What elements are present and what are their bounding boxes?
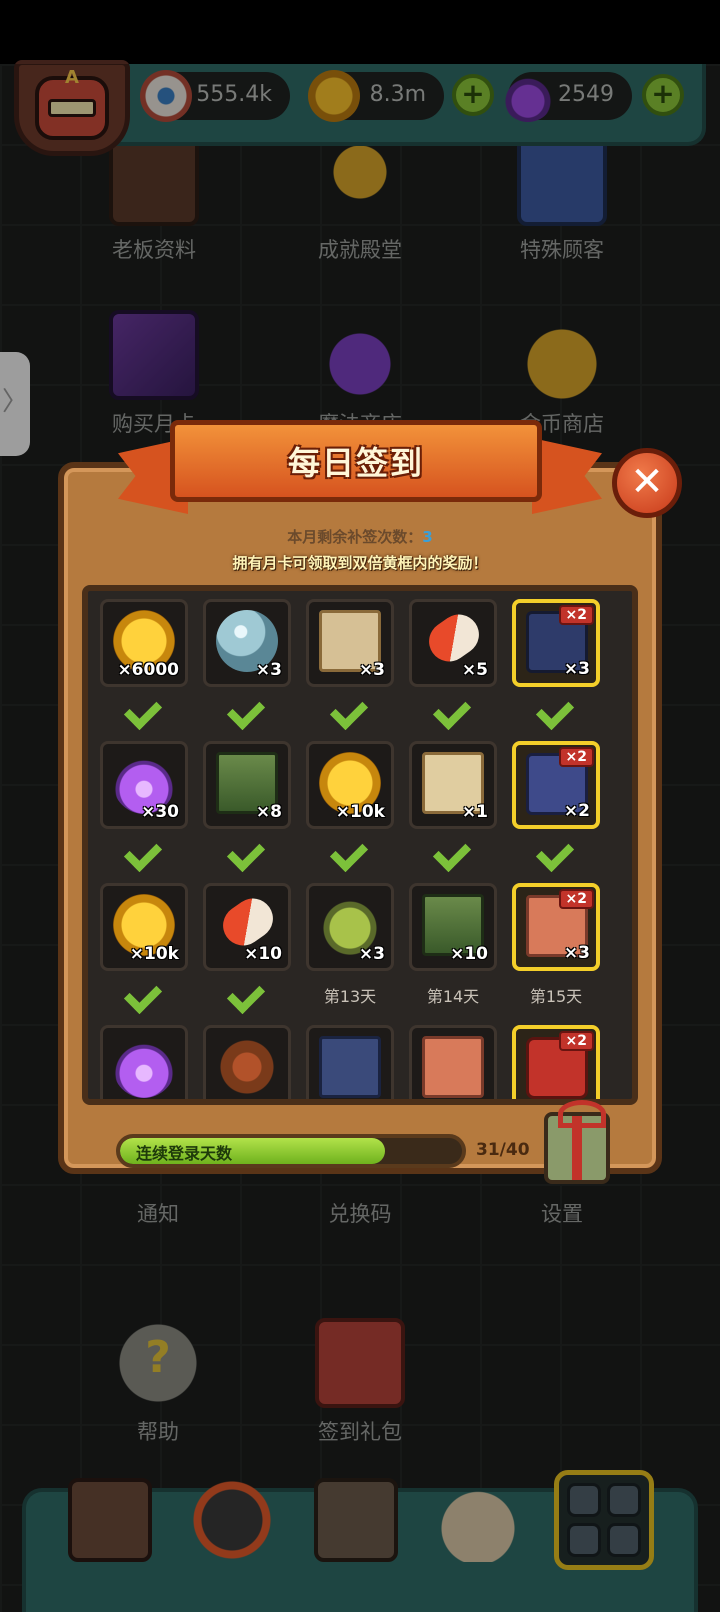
reward-quantity: ×5 (461, 660, 488, 680)
reward-cell[interactable]: ×2 ×3 (512, 599, 600, 687)
reward-cell[interactable]: ×2 (512, 1025, 600, 1099)
reward-cell[interactable]: ×10k (100, 883, 188, 971)
reward-quantity: ×2 (563, 801, 590, 821)
claimed-check-icon (126, 835, 166, 865)
claimed-check-icon (435, 835, 475, 865)
day-label: 第14天 (426, 987, 480, 1006)
reward-cell[interactable]: ×10 (409, 883, 497, 971)
title-ribbon: 每日签到 (170, 420, 542, 502)
dialog-title: 每日签到 (287, 444, 424, 482)
close-button[interactable]: ✕ (612, 448, 682, 518)
double-reward-badge: ×2 (558, 1031, 594, 1051)
progress-count: 31/40 (476, 1140, 530, 1160)
reward-quantity: ×10k (335, 802, 385, 822)
book2-icon (319, 1036, 381, 1098)
claimed-check-icon (126, 977, 166, 1007)
reward-quantity: ×6000 (117, 660, 179, 680)
status-bar (0, 0, 720, 64)
monthly-card-notice: 拥有月卡可领取到双倍黄框内的奖励！ (232, 554, 488, 572)
claimed-check-icon (229, 835, 269, 865)
double-reward-badge: ×2 (558, 889, 594, 909)
reward-cell[interactable] (409, 1025, 497, 1099)
reward-quantity: ×3 (358, 660, 385, 680)
reward-quantity: ×3 (255, 660, 282, 680)
leaf-icon (216, 1036, 278, 1098)
reward-cell[interactable]: ×6000 (100, 599, 188, 687)
reward-cell[interactable]: ×1 (409, 741, 497, 829)
claimed-check-icon (332, 835, 372, 865)
reward-quantity: ×3 (563, 659, 590, 679)
reward-cell[interactable]: ×8 (203, 741, 291, 829)
day-label: 第13天 (323, 987, 377, 1006)
reward-cell[interactable]: ×5 (409, 599, 497, 687)
claimed-check-icon (538, 835, 578, 865)
reward-cell[interactable] (203, 1025, 291, 1099)
double-reward-badge: ×2 (558, 747, 594, 767)
claimed-check-icon (229, 693, 269, 723)
reward-cell[interactable]: ×3 (306, 599, 394, 687)
remaining-count: 3 (422, 528, 433, 546)
day-label: 第15天 (529, 987, 583, 1006)
reward-quantity: ×8 (255, 802, 282, 822)
claimed-check-icon (332, 693, 372, 723)
double-reward-badge: ×2 (558, 605, 594, 625)
reward-cell[interactable] (306, 1025, 394, 1099)
reward-quantity: ×30 (141, 802, 179, 822)
reward-cell[interactable]: ×10 (203, 883, 291, 971)
reward-cell[interactable]: ×2 ×2 (512, 741, 600, 829)
reward-quantity: ×10 (244, 944, 282, 964)
reward-quantity: ×3 (358, 944, 385, 964)
reward-grid[interactable]: ×6000 ×3 ×3 ×5 ×2 ×3 ×30 ×8 ×10k ×1 ×2 ×2 ×10k ×10 ×3 第… (82, 585, 638, 1105)
potion-icon (113, 1036, 175, 1098)
carpet-icon (422, 1036, 484, 1098)
reward-quantity: ×10k (129, 944, 179, 964)
remaining-makeup-text: 本月剩余补签次数：3 (0, 526, 720, 547)
reward-gift-box-icon[interactable] (544, 1100, 610, 1184)
reward-quantity: ×10 (450, 944, 488, 964)
reward-cell[interactable]: ×2 ×3 (512, 883, 600, 971)
reward-quantity: ×3 (563, 943, 590, 963)
progress-label: 连续登录天数 (136, 1144, 233, 1163)
reward-quantity: ×1 (461, 802, 488, 822)
reward-cell[interactable]: ×30 (100, 741, 188, 829)
reward-cell[interactable]: ×10k (306, 741, 394, 829)
reward-cell[interactable] (100, 1025, 188, 1099)
claimed-check-icon (229, 977, 269, 1007)
claimed-check-icon (435, 693, 475, 723)
claimed-check-icon (126, 693, 166, 723)
claimed-check-icon (538, 693, 578, 723)
reward-cell[interactable]: ×3 (203, 599, 291, 687)
remaining-label: 本月剩余补签次数： (287, 528, 423, 546)
reward-cell[interactable]: ×3 (306, 883, 394, 971)
